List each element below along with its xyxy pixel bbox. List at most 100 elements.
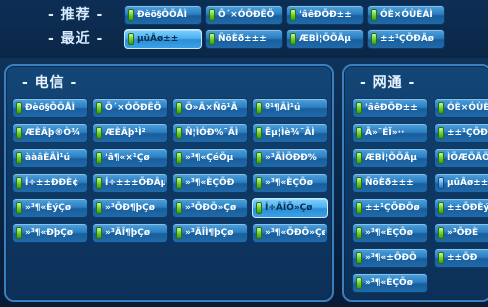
- dianxin-server-button[interactable]: »³¶«ÈÇÕÐ: [172, 173, 248, 193]
- wangtong-server-button[interactable]: ±±¹ÇÕÐÕ: [434, 123, 488, 143]
- server-status-icon: [128, 33, 134, 45]
- dianxin-server-button[interactable]: Õ»Ã×Ñõ¹Ã: [172, 98, 248, 118]
- dianxin-server-button[interactable]: »³¶«ÈýÇø: [12, 198, 88, 218]
- recommend-server-1[interactable]: Ðèõ§ÔÕÅÌ: [124, 5, 202, 25]
- server-status-icon: [16, 127, 22, 139]
- wangtong-server-button[interactable]: »³ÕÐÈ: [434, 223, 488, 243]
- server-status-icon: [176, 102, 182, 114]
- wangtong-server-button[interactable]: »³¶«ÈÇÕø: [352, 223, 428, 243]
- server-name: »³¶«±ÕÐÕ: [365, 253, 417, 263]
- server-status-icon: [256, 227, 262, 239]
- recommend-server-4[interactable]: ÓÈ×ÓÙÈÁÌ: [367, 5, 445, 25]
- server-status-icon: [209, 9, 215, 21]
- dianxin-server-button[interactable]: Í÷±±±ÕÐÂµ: [92, 173, 168, 193]
- server-status-icon: [96, 177, 102, 189]
- dianxin-server-button[interactable]: »³ÕÐÕ»Çø: [172, 198, 248, 218]
- dianxin-server-button[interactable]: »³¶«ÐþÇø: [12, 223, 88, 243]
- dianxin-server-button[interactable]: ÆÈÂþ¹Ì²: [92, 123, 168, 143]
- recent-label: - 最近 -: [48, 31, 104, 47]
- wangtong-server-button[interactable]: ÆBÌ¦ÕÕÂµ: [352, 148, 428, 168]
- server-name: »³ÕÐÕ»Çø: [185, 203, 237, 213]
- server-name: Õ»Ã×Ñõ¹Ã: [185, 103, 238, 113]
- server-status-icon: [256, 127, 262, 139]
- wangtong-server-button[interactable]: ÌÕÆÕÂÕ: [434, 148, 488, 168]
- dianxin-server-button[interactable]: Í÷±±ÐÐÈ¢: [12, 173, 88, 193]
- server-status-icon: [96, 127, 102, 139]
- server-status-icon: [256, 152, 262, 164]
- server-status-icon: [356, 152, 362, 164]
- server-status-icon: [290, 33, 296, 45]
- wangtong-title: - 网通 -: [360, 75, 416, 91]
- server-status-icon: [256, 202, 262, 214]
- server-name: »³¶«ÈÇÕø: [365, 228, 413, 238]
- wangtong-server-button[interactable]: ÑõÈð±±±: [352, 173, 428, 193]
- dianxin-server-button[interactable]: ààâÈÃÌ¹ú: [12, 148, 88, 168]
- server-status-icon: [356, 127, 362, 139]
- dianxin-server-button[interactable]: »³¶«ÇéÕµ: [172, 148, 248, 168]
- server-status-icon: [128, 9, 134, 21]
- server-name: »³ÂÎ¶þÇø: [105, 228, 151, 238]
- server-name: º¹¶ÃÌ¹ú: [265, 103, 301, 113]
- dianxin-title: - 电信 -: [22, 75, 78, 91]
- dianxin-server-button[interactable]: »³ÃÌÕÐÐ%: [252, 148, 328, 168]
- wangtong-server-button[interactable]: 'âêÐÕÐ±±: [352, 98, 428, 118]
- server-name: ààâÈÃÌ¹ú: [25, 153, 71, 163]
- server-name: »³ÕÐ¶þÇø: [105, 203, 155, 213]
- recommend-server-2[interactable]: Ô´×ÓÕÐÊÖ: [205, 5, 283, 25]
- server-name: ±±¹ÇÕÐÕ: [447, 128, 488, 138]
- server-status-icon: [438, 252, 444, 264]
- wangtong-server-button[interactable]: Ã»¯ÉÏ»··: [352, 123, 428, 143]
- wangtong-server-button[interactable]: µûÂø±±: [434, 173, 488, 193]
- server-name: »³ÃÌÕÐÐ%: [265, 153, 317, 163]
- wangtong-server-button[interactable]: »³¶«ÈÇÕø: [352, 273, 428, 293]
- recent-server-4[interactable]: ±±¹ÇÕÐÂø: [367, 29, 445, 49]
- recommend-server-3[interactable]: 'âêÐÕÐ±±: [286, 5, 364, 25]
- server-name: ÆÈÂþ®Ò¾: [25, 128, 81, 138]
- dianxin-server-button[interactable]: »³¶«ÕÐÕ»Çø: [252, 223, 328, 243]
- server-status-icon: [176, 127, 182, 139]
- wangtong-server-button[interactable]: ±±¹ÇÕÐÕø: [352, 198, 428, 218]
- server-status-icon: [16, 227, 22, 239]
- server-status-icon: [371, 33, 377, 45]
- server-name: Ô´×ÓÕÐÊÖ: [105, 103, 162, 113]
- dianxin-panel: - 电信 - Ðèõ§ÔÕÅÌ Ô´×ÓÕÐÊÖ Õ»Ã×Ñõ¹Ã º¹¶ÃÌ¹ú ÆÈ…: [4, 64, 334, 302]
- server-name: ±±ÕÐ: [447, 253, 478, 263]
- dianxin-server-button[interactable]: º¹¶ÃÌ¹ú: [252, 98, 328, 118]
- dianxin-server-button[interactable]: 'â¶«×¹Çø: [92, 148, 168, 168]
- recent-server-3[interactable]: ÆBÌ¦ÕÕÂµ: [286, 29, 364, 49]
- server-name: »³¶«ÇéÕµ: [185, 153, 234, 163]
- dianxin-server-button[interactable]: »³ÂÎ¶þÇø: [92, 223, 168, 243]
- server-status-icon: [356, 177, 362, 189]
- server-name: Í÷±±ÐÐÈ¢: [25, 178, 79, 188]
- dianxin-server-button[interactable]: Ô´×ÓÕÐÊÖ: [92, 98, 168, 118]
- recent-server-1[interactable]: µûÂø±±: [124, 29, 202, 49]
- dianxin-server-button[interactable]: Ëµ¦Ìè¾¯ÃÌ: [252, 123, 328, 143]
- server-name: »³ÕÐÈ: [447, 228, 479, 238]
- server-name: »³¶«ÐþÇø: [25, 228, 74, 238]
- wangtong-server-button[interactable]: ÓÈ×ÓÙÈÁÌ: [434, 98, 488, 118]
- server-status-icon: [256, 177, 262, 189]
- server-name: 'â¶«×¹Çø: [105, 153, 150, 163]
- server-status-icon: [16, 102, 22, 114]
- dianxin-server-button[interactable]: Ñ¦ÌÓÐ%¯ÃÌ: [172, 123, 248, 143]
- recommend-bar: - 推荐 - - 最近 - Ðèõ§ÔÕÅÌ Ô´×ÓÕÐÊÖ 'âêÐÕÐ±±…: [0, 0, 488, 58]
- wangtong-server-button[interactable]: »³¶«±ÕÐÕ: [352, 248, 428, 268]
- wangtong-server-button[interactable]: ±±ÕÐ: [434, 248, 488, 268]
- recent-server-2[interactable]: ÑõÈð±±±: [205, 29, 283, 49]
- dianxin-server-button[interactable]: »³ÕÐ¶þÇø: [92, 198, 168, 218]
- server-status-icon: [438, 202, 444, 214]
- server-status-icon: [356, 227, 362, 239]
- server-name: ÑõÈð±±±: [365, 178, 414, 188]
- server-status-icon: [176, 152, 182, 164]
- server-name: ÌÕÆÕÂÕ: [447, 153, 488, 163]
- wangtong-server-button[interactable]: ±±ÕÐÈý: [434, 198, 488, 218]
- dianxin-server-button[interactable]: Í÷ÂÎÕ»Çø: [252, 198, 328, 218]
- server-status-icon: [16, 202, 22, 214]
- dianxin-server-button[interactable]: »³¶«ÈÇÕø: [252, 173, 328, 193]
- server-status-icon: [438, 152, 444, 164]
- dianxin-server-button[interactable]: »³ÂÎÌ¶þÇø: [172, 223, 248, 243]
- recommend-label: - 推荐 -: [48, 7, 104, 23]
- dianxin-server-button[interactable]: Ðèõ§ÔÕÅÌ: [12, 98, 88, 118]
- dianxin-server-button[interactable]: ÆÈÂþ®Ò¾: [12, 123, 88, 143]
- server-name: Í÷ÂÎÕ»Çø: [265, 203, 313, 213]
